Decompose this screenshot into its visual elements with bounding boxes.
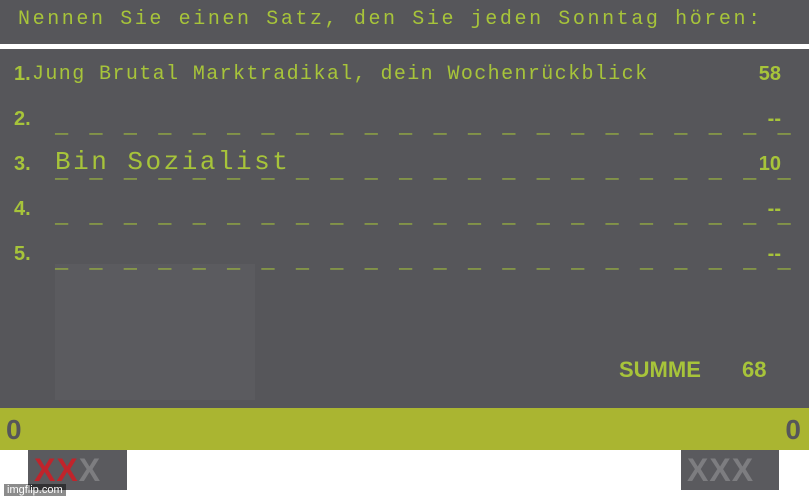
row-number: 5. — [14, 243, 31, 265]
row-number: 4. — [14, 198, 31, 220]
divider-stripe — [0, 400, 809, 408]
sum-value: 68 — [742, 357, 767, 382]
strike-mark-inactive: X — [78, 452, 102, 488]
row-number: 2. — [14, 108, 31, 130]
team-right-strikes: XXX — [681, 450, 779, 490]
row-points: -- — [767, 198, 781, 220]
question-text: Nennen Sie einen Satz, den Sie jeden Son… — [18, 8, 763, 31]
row-answer: Bin Sozialist — [55, 147, 291, 177]
row-blank: _ _ _ _ _ _ _ _ _ _ _ _ _ _ _ _ _ _ _ _ … — [55, 114, 795, 139]
answer-row-4: 4. _ _ _ _ _ _ _ _ _ _ _ _ _ _ _ _ _ _ _… — [0, 194, 809, 234]
question-bar: Nennen Sie einen Satz, den Sie jeden Son… — [0, 0, 809, 44]
strike-mark-active: X — [56, 452, 79, 488]
row-number: 1. — [14, 63, 31, 85]
strike-mark-active: X — [34, 452, 57, 488]
answer-row-5: 5. _ _ _ _ _ _ _ _ _ _ _ _ _ _ _ _ _ _ _… — [0, 239, 809, 279]
board-shadow — [55, 264, 255, 402]
team-right-score: 0 — [785, 414, 801, 445]
answer-row-3: 3. _ _ _ _ _ _ _ _ _ _ _ _ _ _ _ _ _ _ _… — [0, 147, 809, 189]
team-left-score: 0 — [6, 414, 22, 445]
row-blank: _ _ _ _ _ _ _ _ _ _ _ _ _ _ _ _ _ _ _ _ … — [55, 204, 795, 229]
row-points: -- — [767, 108, 781, 130]
strike-mark-inactive: X — [709, 452, 732, 488]
score-bar: 0 0 — [0, 408, 809, 450]
row-number: 3. — [14, 153, 31, 175]
row-blank: _ _ _ _ _ _ _ _ _ _ _ _ _ _ _ _ _ _ _ _ … — [55, 249, 795, 274]
row-answer: Jung Brutal Marktradikal, dein Wochenrüc… — [32, 63, 649, 86]
answer-board: 1. Jung Brutal Marktradikal, dein Wochen… — [0, 47, 809, 402]
watermark: imgflip.com — [4, 484, 66, 496]
row-points: 10 — [758, 153, 781, 175]
row-points: -- — [767, 243, 781, 265]
row-points: 58 — [758, 63, 781, 85]
answer-row-2: 2. _ _ _ _ _ _ _ _ _ _ _ _ _ _ _ _ _ _ _… — [0, 104, 809, 144]
answer-row-1: 1. Jung Brutal Marktradikal, dein Wochen… — [0, 59, 809, 99]
strike-mark-inactive: X — [687, 452, 710, 488]
sum-label: SUMME — [619, 357, 701, 382]
strike-mark-inactive: X — [731, 452, 755, 488]
